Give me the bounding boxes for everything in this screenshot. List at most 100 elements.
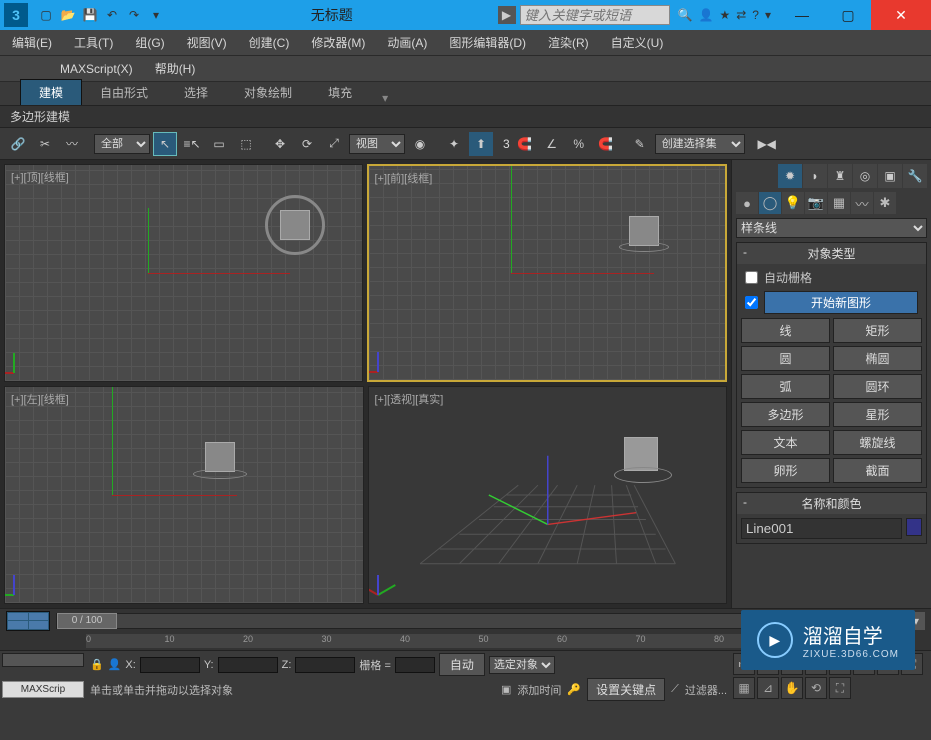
text-button[interactable]: 文本 (741, 430, 830, 455)
cameras-icon[interactable]: 📷 (805, 192, 827, 214)
line-button[interactable]: 线 (741, 318, 830, 343)
qat-dropdown-icon[interactable]: ▾ (146, 5, 166, 25)
y-coord-input[interactable] (218, 657, 278, 673)
lights-icon[interactable]: 💡 (782, 192, 804, 214)
window-crossing-icon[interactable]: ⬚ (234, 132, 258, 156)
close-button[interactable]: ✕ (871, 0, 931, 30)
key-filter-icon[interactable]: ⟋ (671, 683, 679, 696)
open-icon[interactable]: 📂 (58, 5, 78, 25)
key-target-dropdown[interactable]: 选定对象 (489, 656, 555, 674)
donut-button[interactable]: 圆环 (833, 374, 922, 399)
add-time-icon[interactable]: ▣ (501, 683, 511, 696)
lock-icon[interactable]: 🔒 (90, 658, 104, 671)
menu-tools[interactable]: 工具(T) (74, 34, 113, 51)
binoculars-icon[interactable]: 🔍 (678, 8, 693, 22)
keyboard-shortcut-icon[interactable]: ⬆ (469, 132, 493, 156)
key-icon[interactable]: 🔑 (567, 683, 581, 696)
zoom-extents-icon[interactable]: ▦ (733, 677, 755, 699)
angle-snap-icon[interactable]: ∠ (540, 132, 564, 156)
z-coord-input[interactable] (295, 657, 355, 673)
ngon-button[interactable]: 多边形 (741, 402, 830, 427)
orbit-icon[interactable]: ⟲ (805, 677, 827, 699)
viewport-left[interactable]: [+][左][线框] (4, 386, 364, 604)
start-shape-checkbox[interactable] (745, 296, 758, 309)
menu-animation[interactable]: 动画(A) (387, 34, 427, 51)
display-tab-icon[interactable]: ▣ (878, 164, 902, 188)
spinner-snap-icon[interactable]: 🧲 (594, 132, 618, 156)
named-selection-dropdown[interactable]: 创建选择集 (655, 134, 745, 154)
percent-snap-icon[interactable]: % (567, 132, 591, 156)
app-icon[interactable]: 3 (4, 3, 28, 27)
systems-icon[interactable]: ✱ (874, 192, 896, 214)
move-icon[interactable]: ✥ (268, 132, 292, 156)
shape-category-dropdown[interactable]: 样条线 (736, 218, 927, 238)
mirror-icon[interactable]: ▶◀ (755, 132, 779, 156)
snap-toggle-icon[interactable]: 🧲 (513, 132, 537, 156)
help-icon[interactable]: ? (752, 8, 759, 22)
viewport-front[interactable]: [+][前][线框] (367, 164, 728, 382)
helpers-icon[interactable]: ▦ (828, 192, 850, 214)
helix-button[interactable]: 螺旋线 (833, 430, 922, 455)
auto-key-button[interactable]: 自动 (439, 653, 485, 676)
viewport-layout-icon[interactable] (6, 611, 50, 631)
selection-filter-dropdown[interactable]: 全部 (94, 134, 150, 154)
rectangle-button[interactable]: 矩形 (833, 318, 922, 343)
space-warps-icon[interactable]: 〰 (851, 192, 873, 214)
menu-customize[interactable]: 自定义(U) (611, 34, 664, 51)
rotate-icon[interactable]: ⟳ (295, 132, 319, 156)
edit-named-icon[interactable]: ✎ (628, 132, 652, 156)
auto-grid-checkbox[interactable] (745, 271, 758, 284)
tab-modeling[interactable]: 建模 (20, 79, 82, 105)
unlink-icon[interactable]: ✂ (33, 132, 57, 156)
shapes-icon[interactable]: ◯ (759, 192, 781, 214)
grid-input[interactable] (395, 657, 435, 673)
menu-graph[interactable]: 图形编辑器(D) (449, 34, 526, 51)
menu-group[interactable]: 组(G) (135, 34, 164, 51)
menu-view[interactable]: 视图(V) (187, 34, 227, 51)
favorite-icon[interactable]: ★ (719, 8, 730, 22)
create-tab-icon[interactable]: ✹ (778, 164, 802, 188)
object-name-input[interactable] (741, 518, 902, 539)
menu-create[interactable]: 创建(C) (249, 34, 290, 51)
tab-freeform[interactable]: 自由形式 (82, 80, 166, 105)
help-dropdown-icon[interactable]: ▾ (765, 8, 771, 22)
arc-button[interactable]: 弧 (741, 374, 830, 399)
select-object-icon[interactable]: ↖ (153, 132, 177, 156)
new-icon[interactable]: ▢ (36, 5, 56, 25)
minimize-button[interactable]: — (779, 0, 825, 30)
hierarchy-tab-icon[interactable]: ♜ (828, 164, 852, 188)
undo-icon[interactable]: ↶ (102, 5, 122, 25)
motion-tab-icon[interactable]: ◎ (853, 164, 877, 188)
fov-icon[interactable]: ⊿ (757, 677, 779, 699)
tab-object-paint[interactable]: 对象绘制 (226, 80, 310, 105)
manipulate-icon[interactable]: ✦ (442, 132, 466, 156)
x-coord-input[interactable] (140, 657, 200, 673)
section-button[interactable]: 截面 (833, 458, 922, 483)
egg-button[interactable]: 卵形 (741, 458, 830, 483)
set-key-button[interactable]: 设置关键点 (587, 678, 665, 701)
save-icon[interactable]: 💾 (80, 5, 100, 25)
circle-button[interactable]: 圆 (741, 346, 830, 371)
viewport-top[interactable]: [+][顶][线框] (4, 164, 363, 382)
poly-modeling-label[interactable]: 多边形建模 (10, 108, 70, 125)
signin-icon[interactable]: 👤 (699, 8, 714, 22)
menu-modifier[interactable]: 修改器(M) (311, 34, 365, 51)
viewport-perspective[interactable]: [+][透视][真实] (368, 386, 728, 604)
scale-icon[interactable]: ⤢ (322, 132, 346, 156)
select-name-icon[interactable]: ≡↖ (180, 132, 204, 156)
exchange-icon[interactable]: ⇄ (736, 8, 746, 22)
time-slider-handle[interactable]: 0 / 100 (57, 613, 117, 629)
tab-populate[interactable]: 填充 (310, 80, 370, 105)
menu-help[interactable]: 帮助(H) (155, 60, 196, 77)
person-icon[interactable]: 👤 (108, 658, 122, 671)
redo-icon[interactable]: ↷ (124, 5, 144, 25)
ribbon-expand-icon[interactable]: ▾ (376, 91, 394, 105)
min-max-icon[interactable]: ⛶ (829, 677, 851, 699)
modify-tab-icon[interactable]: ◗ (803, 164, 827, 188)
utilities-tab-icon[interactable]: 🔧 (903, 164, 927, 188)
bind-icon[interactable]: 〰 (60, 132, 84, 156)
link-icon[interactable]: 🔗 (6, 132, 30, 156)
pivot-icon[interactable]: ◉ (408, 132, 432, 156)
ref-coord-dropdown[interactable]: 视图 (349, 134, 405, 154)
star-button[interactable]: 星形 (833, 402, 922, 427)
